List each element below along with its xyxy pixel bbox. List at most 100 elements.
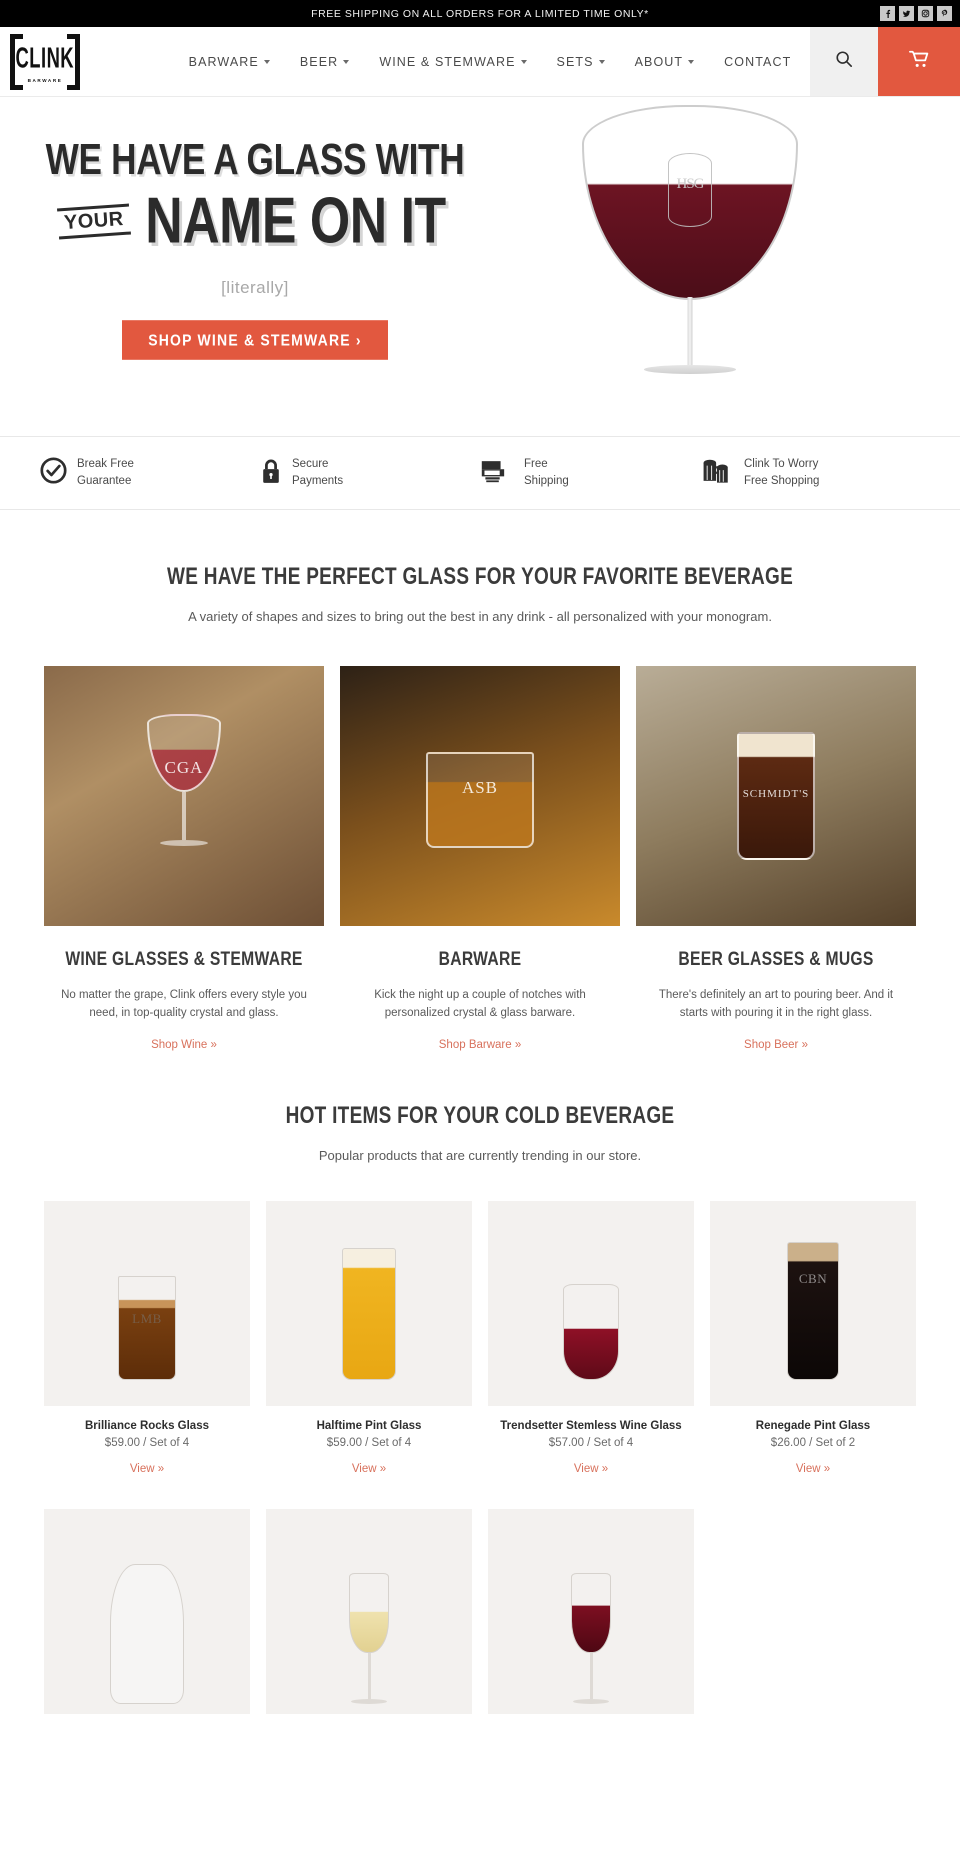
cart-button[interactable]	[878, 27, 960, 96]
product-price: $59.00 / Set of 4	[326, 1436, 412, 1449]
nav-label: CONTACT	[724, 54, 792, 69]
category-description: There's definitely an art to pouring bee…	[658, 989, 894, 1019]
chevron-down-icon	[520, 59, 527, 64]
category-link-beer[interactable]: Shop Beer »	[744, 1039, 808, 1051]
product-view-link[interactable]: View »	[574, 1463, 608, 1475]
search-icon	[835, 50, 853, 73]
category-title: WINE GLASSES & STEMWARE	[65, 948, 303, 970]
monogram-engraving	[668, 153, 712, 227]
instagram-icon[interactable]	[918, 6, 933, 21]
hot-items-subheading: Popular products that are currently tren…	[318, 1147, 642, 1163]
product-view-link[interactable]: View »	[796, 1463, 830, 1475]
hot-items-heading: HOT ITEMS FOR YOUR COLD BEVERAGE	[285, 1102, 675, 1129]
trust-line2: Shipping	[524, 475, 569, 487]
logo[interactable]: CLINK BARWARE	[0, 27, 170, 96]
category-card-barware[interactable]: ASB BARWARE Kick the night up a couple o…	[340, 666, 620, 1053]
trust-line1: Clink To Worry	[744, 458, 819, 471]
product-name: Renegade Pint Glass	[755, 1419, 871, 1432]
category-monogram: ASB	[461, 778, 499, 797]
trust-badge-label: Secure Payments	[292, 456, 343, 489]
category-image-beer: SCHMIDT'S	[636, 666, 916, 926]
product-card[interactable]: Halftime Pint Glass $59.00 / Set of 4 Vi…	[266, 1200, 472, 1477]
product-price: $59.00 / Set of 4	[104, 1436, 190, 1449]
product-card[interactable]	[488, 1508, 694, 1714]
product-card[interactable]	[44, 1508, 250, 1714]
product-image	[488, 1200, 694, 1406]
product-grid-row2	[0, 1508, 960, 1714]
product-name: Brilliance Rocks Glass	[84, 1419, 209, 1432]
product-image	[266, 1508, 472, 1714]
nav-item-barware[interactable]: BARWARE	[189, 55, 270, 69]
wine-glass-stem	[687, 297, 693, 369]
product-card[interactable]: Trendsetter Stemless Wine Glass $57.00 /…	[488, 1200, 694, 1477]
nav-label: SETS	[556, 54, 594, 69]
product-view-link[interactable]: View »	[130, 1463, 164, 1475]
nav-item-wine-stemware[interactable]: WINE & STEMWARE	[379, 54, 527, 69]
hero-headline-line1: WE HAVE A GLASS WITH	[45, 135, 465, 184]
trust-badge-clink-to-worry: Clink To Worry Free Shopping	[700, 456, 920, 489]
hero-subtitle: [literally]	[221, 278, 289, 297]
product-image: CBN	[710, 1200, 916, 1406]
hot-items-section: HOT ITEMS FOR YOUR COLD BEVERAGE Popular…	[0, 1102, 960, 1714]
product-image	[44, 1508, 250, 1714]
wine-glass-bowl	[582, 105, 798, 300]
product-card[interactable]	[266, 1508, 472, 1714]
lock-icon	[260, 457, 282, 490]
category-card-wine[interactable]: CGA WINE GLASSES & STEMWARE No matter th…	[44, 666, 324, 1053]
trust-line1: Secure	[292, 458, 329, 471]
chevron-down-icon	[598, 59, 605, 64]
category-image-wine: CGA	[44, 666, 324, 926]
hero-cta-button[interactable]: SHOP WINE & STEMWARE ›	[122, 320, 388, 360]
nav-item-contact[interactable]: CONTACT	[724, 55, 791, 69]
nav-label: BEER	[299, 54, 339, 69]
category-monogram: CGA	[164, 758, 204, 777]
social-links	[880, 0, 952, 27]
product-image: LMB	[44, 1200, 250, 1406]
product-grid-row1: LMB Brilliance Rocks Glass $59.00 / Set …	[0, 1200, 960, 1477]
twitter-icon[interactable]	[899, 6, 914, 21]
product-price: $26.00 / Set of 2	[770, 1436, 856, 1449]
product-view-link[interactable]: View »	[352, 1463, 386, 1475]
nav-item-sets[interactable]: SETS	[557, 55, 605, 69]
wine-glass-foot	[644, 365, 736, 374]
search-button[interactable]	[810, 27, 878, 96]
product-price: $57.00 / Set of 4	[548, 1436, 634, 1449]
hero-copy: WE HAVE A GLASS WITH YOUR NAME ON IT [li…	[0, 135, 510, 360]
categories-subheading: A variety of shapes and sizes to bring o…	[188, 609, 772, 624]
category-image-barware: ASB	[340, 666, 620, 926]
nav-item-beer[interactable]: BEER	[299, 54, 350, 69]
category-description: No matter the grape, Clink offers every …	[61, 989, 307, 1019]
logo-tagline: BARWARE	[27, 77, 63, 83]
facebook-icon[interactable]	[880, 6, 895, 21]
trust-line1: Break Free	[77, 458, 134, 471]
pinterest-icon[interactable]	[937, 6, 952, 21]
trust-badge-label: Clink To Worry Free Shopping	[744, 456, 819, 489]
product-image	[488, 1508, 694, 1714]
chevron-down-icon	[263, 59, 270, 64]
categories-heading: WE HAVE THE PERFECT GLASS FOR YOUR FAVOR…	[166, 563, 794, 591]
beer-mugs-icon	[700, 457, 734, 490]
promo-text: FREE SHIPPING ON ALL ORDERS FOR A LIMITE…	[311, 7, 649, 20]
categories-section: WE HAVE THE PERFECT GLASS FOR YOUR FAVOR…	[0, 563, 960, 1053]
category-link-barware[interactable]: Shop Barware »	[439, 1039, 521, 1051]
category-title: BARWARE	[438, 948, 522, 970]
product-monogram: LMB	[132, 1310, 162, 1326]
logo-wordmark: CLINK	[15, 42, 75, 75]
hero-wine-glass-image	[540, 97, 840, 397]
announcement-bar: FREE SHIPPING ON ALL ORDERS FOR A LIMITE…	[0, 0, 960, 27]
trust-badge-secure-payments: Secure Payments	[260, 456, 480, 489]
product-card[interactable]: CBN Renegade Pint Glass $26.00 / Set of …	[710, 1200, 916, 1477]
product-image	[266, 1200, 472, 1406]
trust-line2: Payments	[292, 475, 344, 487]
category-description: Kick the night up a couple of notches wi…	[374, 989, 586, 1019]
nav-item-about[interactable]: ABOUT	[635, 55, 695, 69]
nav-label: WINE & STEMWARE	[379, 54, 516, 69]
nav-label: BARWARE	[188, 54, 259, 69]
trust-line1: Free	[524, 458, 548, 471]
hero-headline-line2: YOUR NAME ON IT	[0, 189, 510, 253]
category-card-beer[interactable]: SCHMIDT'S BEER GLASSES & MUGS There's de…	[636, 666, 916, 1053]
category-link-wine[interactable]: Shop Wine »	[151, 1039, 217, 1051]
product-card[interactable]: LMB Brilliance Rocks Glass $59.00 / Set …	[44, 1200, 250, 1477]
trust-badges: Break Free Guarantee Secure Payments Fre…	[0, 437, 960, 510]
chevron-down-icon	[688, 59, 695, 64]
